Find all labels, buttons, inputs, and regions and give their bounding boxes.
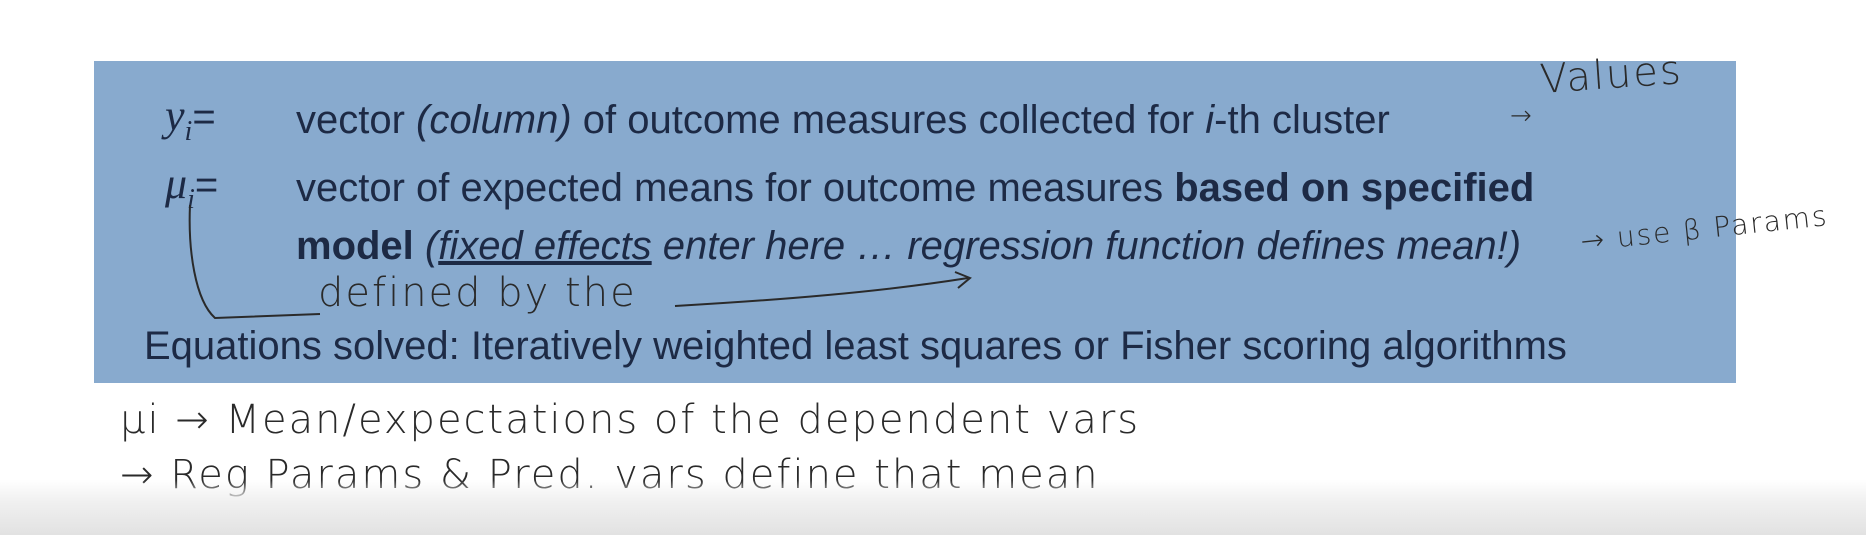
slide-stage: yi= vector (column) of outcome measures … <box>0 0 1866 535</box>
equations-solved-text: Equations solved: Iteratively weighted l… <box>144 324 1567 368</box>
handwritten-note-mean: μi → Mean/expectations of the dependent … <box>120 397 1141 443</box>
row1-text: vector (column) of outcome measures coll… <box>296 98 1390 142</box>
row3-text: model (fixed effects enter here … regres… <box>296 224 1522 268</box>
mu-symbol: μi= <box>165 159 219 215</box>
arrow-to-values: → <box>1510 101 1534 131</box>
handwritten-defined-by: defined by the <box>318 270 637 316</box>
bottom-shade <box>0 480 1866 535</box>
row2-text: vector of expected means for outcome mea… <box>296 166 1535 210</box>
y-symbol: yi= <box>165 91 216 147</box>
